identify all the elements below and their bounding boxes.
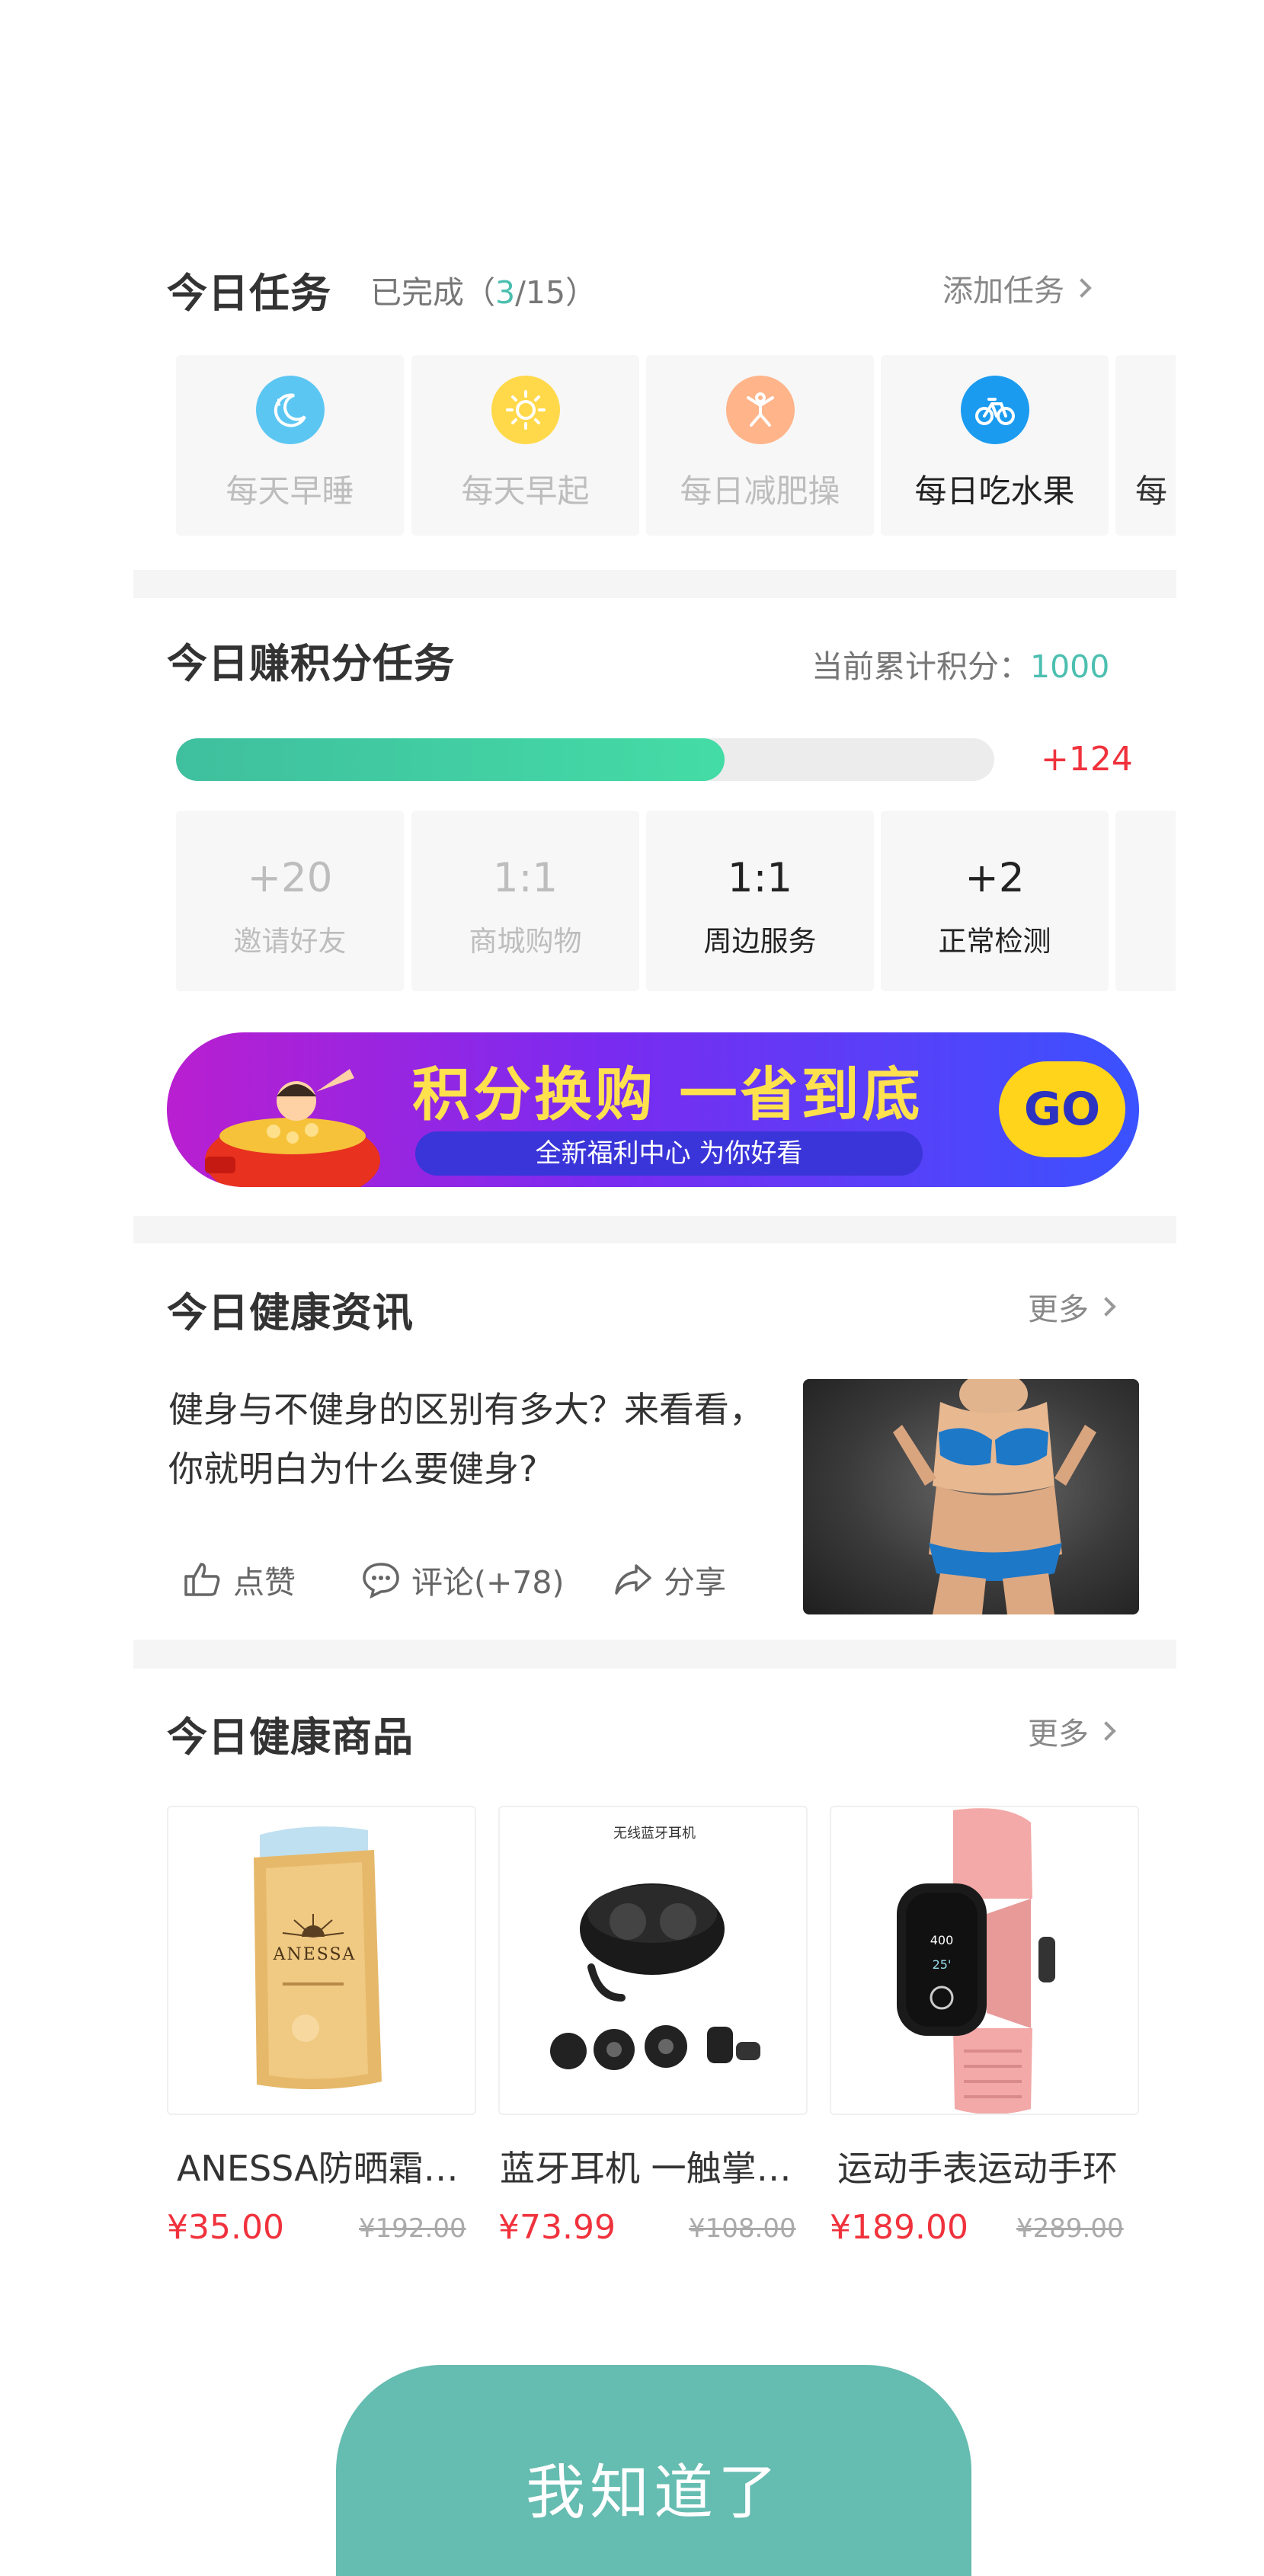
comment-label: 评论(+78)	[411, 1564, 565, 1601]
task-card-exercise[interactable]: 每日减肥操	[646, 355, 874, 536]
comment-button[interactable]: 评论(+78)	[361, 1557, 565, 1602]
task-card-sleep[interactable]: 每天早睡	[176, 355, 404, 536]
health-home-page: 今日任务 已完成（3/15） 添加任务 每天早睡 每天早起 每日减肥操 每日吃水…	[0, 0, 1264, 2576]
products-more-link[interactable]: 更多	[1028, 1709, 1116, 1753]
like-button[interactable]: 点赞	[183, 1557, 296, 1602]
tasks-section-title: 今日任务	[167, 270, 331, 317]
product-price-earbuds: ¥73.99	[498, 2208, 616, 2247]
fitness-model-photo	[893, 1379, 1096, 1614]
product-price-fitness-band: ¥189.00	[830, 2208, 968, 2247]
product-price-sunscreen: ¥35.00	[167, 2208, 284, 2247]
share-label: 分享	[664, 1564, 726, 1601]
add-task-link[interactable]: 添加任务	[942, 266, 1092, 310]
banner-title: 积分换购 一省到底	[412, 1061, 923, 1128]
points-exchange-banner[interactable]: 积分换购 一省到底 全新福利中心 为你好看 GO	[167, 1032, 1139, 1187]
news-more-label: 更多	[1028, 1292, 1089, 1327]
task-label-sleep: 每天早睡	[226, 472, 354, 510]
svg-text:25': 25'	[933, 1957, 952, 1972]
task-label-partial: 每	[1135, 472, 1168, 510]
product-name-fitness-band[interactable]: 运动手表运动手环	[837, 2141, 1150, 2191]
chevron-right-icon	[1096, 1297, 1116, 1317]
points-total-value: 1000	[1030, 648, 1110, 685]
points-value-shop: 1:1	[492, 855, 558, 901]
product-name-earbuds[interactable]: 蓝牙耳机 一触掌控音乐	[500, 2141, 812, 2191]
exercise-icon	[725, 376, 795, 444]
chevron-right-icon	[1096, 1721, 1116, 1741]
news-section-title: 今日健康资讯	[167, 1290, 414, 1336]
svg-text:ANESSA: ANESSA	[273, 1945, 357, 1964]
task-card-row[interactable]: 每天早睡 每天早起 每日减肥操 每日吃水果 每	[176, 355, 1176, 536]
completed-total: /15）	[515, 274, 597, 311]
news-article-text[interactable]: 健身与不健身的区别有多大？来看看，你就明白为什么要健身?	[168, 1380, 793, 1499]
points-card-partial[interactable]	[1115, 811, 1176, 991]
share-button[interactable]: 分享	[613, 1557, 726, 1602]
task-card-partial[interactable]: 每	[1115, 355, 1176, 536]
sun-icon	[491, 376, 560, 444]
product-name-sunscreen[interactable]: ANESSA防晒霜防晒霜	[177, 2141, 489, 2191]
points-value-invite: +20	[247, 855, 333, 901]
product-image-fitness-band[interactable]: 400 25'	[830, 1806, 1139, 2115]
products-section-title: 今日健康商品	[167, 1714, 414, 1761]
product-old-price-fitness-band: ¥289.00	[1016, 2213, 1124, 2244]
points-total: 当前累计积分：1000	[811, 641, 1109, 686]
section-divider	[133, 1216, 1176, 1243]
points-card-row[interactable]: +20 邀请好友 1:1 商城购物 1:1 周边服务 +2 正常检测	[176, 811, 1176, 991]
product-old-price-sunscreen: ¥192.00	[359, 2213, 466, 2244]
task-label-wake: 每天早起	[461, 472, 590, 510]
points-card-nearby[interactable]: 1:1 周边服务	[646, 811, 874, 991]
completed-count: 3	[495, 274, 516, 311]
news-more-link[interactable]: 更多	[1028, 1285, 1116, 1329]
bicycle-icon	[960, 376, 1029, 444]
task-label-exercise: 每日减肥操	[680, 472, 840, 510]
points-total-label: 当前累计积分：	[811, 648, 1030, 685]
banner-go-button[interactable]: GO	[999, 1061, 1125, 1157]
points-label-shop: 商城购物	[469, 925, 582, 958]
add-task-label: 添加任务	[942, 274, 1064, 309]
task-label-fruit: 每日吃水果	[914, 472, 1075, 510]
earbuds-image	[550, 1883, 760, 2070]
got-it-button[interactable]: 我知道了	[336, 2365, 971, 2576]
thumbs-up-icon	[184, 1563, 220, 1596]
earbuds-image-caption: 无线蓝牙耳机	[613, 1826, 696, 1842]
points-label-nearby: 周边服务	[703, 925, 817, 958]
points-label-invite: 邀请好友	[233, 925, 347, 958]
moon-sleep-icon	[255, 376, 325, 444]
points-progress-bar	[176, 738, 994, 781]
mascot-illustration	[205, 1069, 380, 1187]
news-article-image[interactable]	[803, 1379, 1139, 1614]
points-card-checkup[interactable]: +2 正常检测	[881, 811, 1109, 991]
like-label: 点赞	[233, 1564, 296, 1601]
points-value-nearby: 1:1	[727, 855, 793, 901]
svg-text:400: 400	[930, 1933, 954, 1947]
progress-bonus: +124	[1041, 740, 1133, 779]
products-more-label: 更多	[1028, 1717, 1089, 1752]
section-divider	[133, 1640, 1176, 1669]
points-label-checkup: 正常检测	[938, 925, 1051, 958]
task-card-wake[interactable]: 每天早起	[411, 355, 639, 536]
section-divider	[133, 570, 1176, 598]
points-value-checkup: +2	[965, 855, 1025, 901]
tasks-completed-status: 已完成（3/15）	[370, 267, 597, 312]
share-icon	[615, 1564, 651, 1595]
fitness-band-image: 400 25'	[897, 1808, 1055, 2114]
got-it-label: 我知道了	[525, 2459, 782, 2527]
chevron-right-icon	[1072, 278, 1092, 298]
completed-prefix: 已完成（	[370, 274, 495, 311]
sunscreen-bottle-image: ANESSA	[254, 1826, 382, 2090]
banner-subtitle: 全新福利中心 为你好看	[535, 1138, 803, 1169]
points-progress-fill	[176, 738, 725, 781]
product-image-sunscreen[interactable]: ANESSA	[167, 1806, 476, 2115]
points-card-invite[interactable]: +20 邀请好友	[176, 811, 404, 991]
product-old-price-earbuds: ¥108.00	[689, 2213, 796, 2244]
points-section-title: 今日赚积分任务	[167, 641, 455, 687]
comment-icon	[363, 1563, 399, 1599]
points-card-shop[interactable]: 1:1 商城购物	[411, 811, 639, 991]
task-card-fruit[interactable]: 每日吃水果	[881, 355, 1109, 536]
product-image-earbuds[interactable]: 无线蓝牙耳机	[498, 1806, 808, 2115]
